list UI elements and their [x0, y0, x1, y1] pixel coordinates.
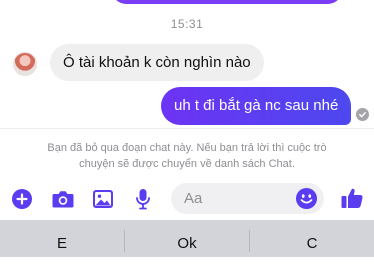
contact-avatar[interactable] [13, 52, 37, 76]
message-input[interactable] [184, 183, 294, 214]
camera-icon [52, 191, 74, 208]
suggestion-1[interactable]: E [0, 220, 124, 257]
gallery-button[interactable] [91, 187, 115, 211]
sent-message-bubble[interactable]: uh t đi bắt gà nc sau nhé [161, 87, 352, 125]
checkmark-icon [359, 111, 366, 118]
ignored-chat-notice: Bạn đã bỏ qua đoạn chat này. Nếu bạn trả… [12, 140, 362, 172]
composer-toolbar [0, 179, 374, 217]
keyboard-suggestion-bar: E Ok C [0, 220, 374, 257]
received-message-bubble[interactable]: Ô tài khoản k còn nghìn nào [50, 44, 264, 81]
camera-button[interactable] [51, 187, 75, 211]
thumbs-up-icon [341, 188, 363, 208]
image-icon [93, 190, 113, 208]
previous-sent-bubble [112, 0, 342, 4]
sent-check-icon [356, 108, 369, 121]
message-composer[interactable] [171, 183, 324, 214]
emoji-icon[interactable] [295, 187, 318, 210]
message-timestamp: 15:31 [170, 17, 204, 31]
notice-line-2: chuyện sẽ được chuyển về danh sách Chat. [79, 158, 295, 170]
notice-line-1: Bạn đã bỏ qua đoạn chat này. Nếu bạn trả… [47, 142, 327, 154]
like-button[interactable] [339, 185, 365, 211]
notice-divider [0, 128, 374, 129]
suggestion-3[interactable]: C [250, 220, 374, 257]
plus-icon [12, 189, 32, 209]
plus-button[interactable] [10, 187, 34, 211]
suggestion-2[interactable]: Ok [125, 220, 249, 257]
voice-button[interactable] [131, 187, 155, 211]
microphone-icon [136, 189, 150, 210]
